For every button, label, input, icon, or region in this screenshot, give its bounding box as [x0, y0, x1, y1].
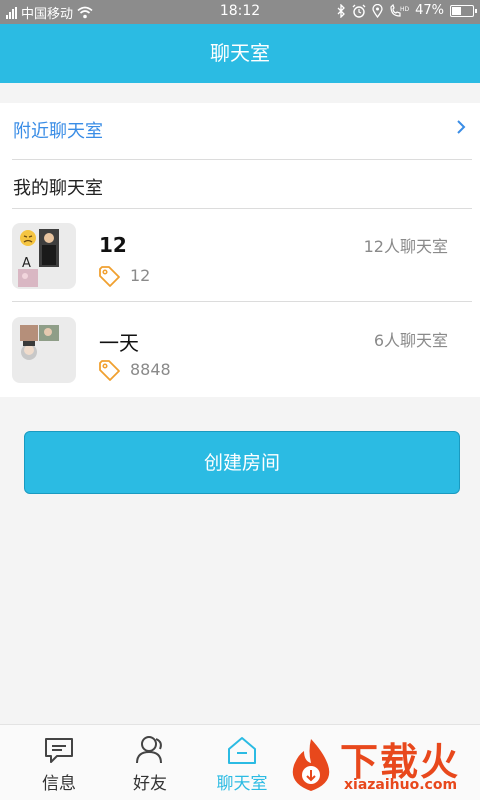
hd-call-icon: HD: [390, 3, 409, 17]
battery-percent: 47%: [415, 3, 444, 18]
chatroom-member-count: 6人聊天室: [373, 331, 448, 350]
chatroom-avatar: [12, 317, 76, 383]
chatroom-icon: [228, 737, 256, 764]
location-icon: [372, 3, 383, 18]
tag-icon: [99, 360, 120, 381]
battery-fill: [452, 6, 461, 15]
divider: [12, 301, 472, 302]
alarm-icon: [352, 4, 366, 18]
my-chatrooms-heading: 我的聊天室: [13, 178, 103, 199]
chatroom-item[interactable]: 一天 6人聊天室 8848: [0, 303, 480, 395]
chatroom-name: 一天: [99, 331, 139, 355]
friends-icon: [136, 736, 162, 764]
page-title: 聊天室: [0, 24, 480, 83]
message-icon: [45, 738, 73, 763]
nearby-chatrooms-row[interactable]: 附近聊天室: [0, 103, 480, 159]
chatroom-tag: 8848: [130, 360, 171, 379]
svg-text:HD: HD: [400, 6, 409, 13]
chatroom-list-panel: 附近聊天室 我的聊天室 A 12 12人聊天室 12 一天 6人聊天室 8848: [0, 103, 480, 397]
chatroom-name: 12: [99, 233, 127, 257]
status-bar: 中国移动 18:12 HD 47%: [0, 0, 480, 24]
chatroom-item[interactable]: A 12 12人聊天室 12: [0, 209, 480, 301]
divider: [12, 159, 472, 160]
chatroom-avatar: A: [12, 223, 76, 289]
tab-chatroom[interactable]: 聊天室: [196, 725, 288, 800]
watermark-logo: 下载火 xiazaihuo.com: [282, 727, 480, 800]
chatroom-member-count: 12人聊天室: [363, 237, 448, 256]
tag-icon: [99, 266, 120, 287]
bluetooth-icon: [337, 3, 346, 18]
flame-icon: [292, 739, 330, 791]
chatroom-tag: 12: [130, 266, 151, 285]
tab-label: 好友: [133, 774, 167, 794]
create-room-button[interactable]: 创建房间: [24, 431, 460, 494]
nearby-chatrooms-label: 附近聊天室: [13, 121, 103, 142]
battery-icon: [450, 4, 477, 17]
tab-friends[interactable]: 好友: [104, 725, 196, 800]
svg-text:A: A: [22, 256, 31, 271]
chevron-right-icon: [457, 120, 466, 134]
tab-label: 聊天室: [216, 774, 268, 794]
tab-messages[interactable]: 信息: [13, 725, 105, 800]
watermark-url: xiazaihuo.com: [344, 777, 458, 793]
tab-label: 信息: [42, 774, 76, 794]
